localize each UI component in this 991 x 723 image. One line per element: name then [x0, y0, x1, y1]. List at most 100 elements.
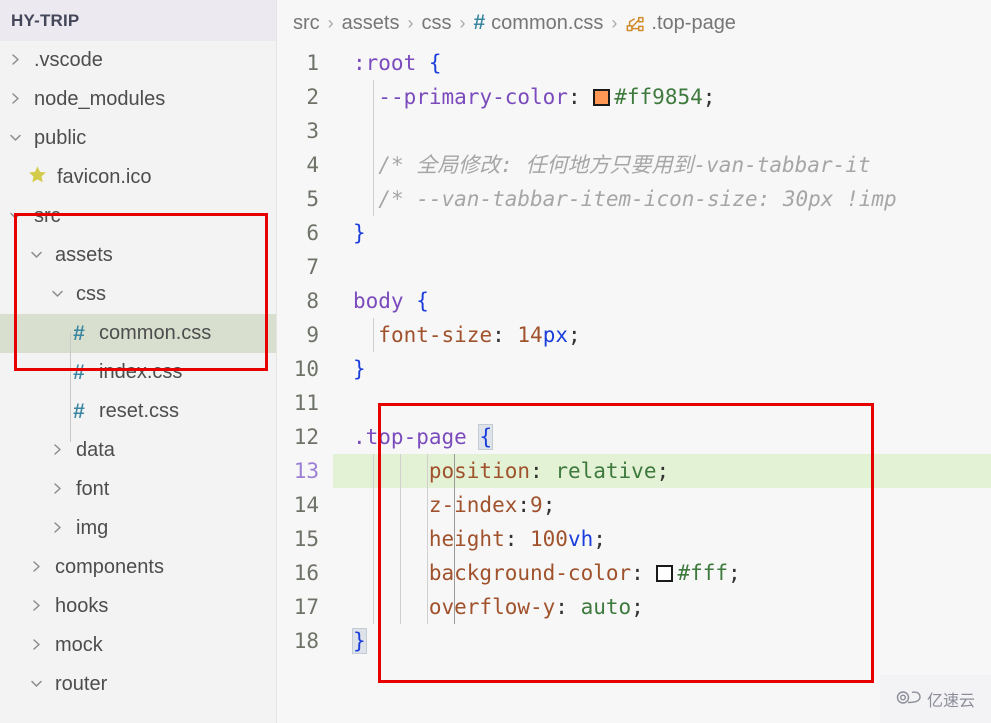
- chevron-down-icon[interactable]: [46, 287, 68, 300]
- tree-item-label: index.css: [99, 361, 182, 384]
- selector-token: :root: [353, 51, 416, 75]
- code-line[interactable]: 5 /* --van-tabbar-item-icon-size: 30px !…: [277, 182, 991, 216]
- vscode-window: HY-TRIP .vscodenode_modulespublicfavicon…: [0, 0, 991, 723]
- color-value-token: #fff: [677, 561, 728, 585]
- chevron-right-icon[interactable]: [4, 91, 26, 106]
- chevron-right-icon[interactable]: [25, 559, 47, 574]
- chevron-right-icon[interactable]: [46, 442, 68, 457]
- code-line[interactable]: 13 position: relative;: [277, 454, 991, 488]
- punctuation: :: [530, 459, 555, 483]
- code-line-text: --primary-color: #ff9854;: [333, 80, 715, 114]
- color-value-token: #ff9854: [614, 85, 703, 109]
- tree-item-label: public: [34, 127, 86, 150]
- tree-item-label: font: [76, 478, 109, 501]
- code-line[interactable]: 17 overflow-y: auto;: [277, 590, 991, 624]
- code-line-text: background-color: #fff;: [333, 556, 741, 590]
- breadcrumb-item-css[interactable]: css: [421, 12, 451, 35]
- tree-item-label: data: [76, 439, 115, 462]
- chevron-down-icon[interactable]: [25, 248, 47, 261]
- chevron-down-icon[interactable]: [25, 677, 47, 690]
- chevron-right-icon[interactable]: [46, 481, 68, 496]
- chevron-down-icon[interactable]: [4, 209, 26, 222]
- tree-item-src[interactable]: src: [0, 197, 276, 236]
- tree-item-label: css: [76, 283, 106, 306]
- hash-icon: #: [473, 11, 485, 35]
- tree-item-common-css[interactable]: #common.css: [0, 314, 276, 353]
- code-editor: src›assets›css›#common.css›.top-page 1:r…: [277, 0, 991, 723]
- code-line[interactable]: 14 z-index:9;: [277, 488, 991, 522]
- tree-item-router[interactable]: router: [0, 665, 276, 704]
- brace-token: {: [416, 289, 429, 313]
- property-token: font-size: [378, 323, 492, 347]
- code-line[interactable]: 18}: [277, 624, 991, 658]
- line-number: 7: [277, 250, 333, 284]
- color-swatch[interactable]: [656, 565, 673, 582]
- line-number: 2: [277, 80, 333, 114]
- code-line[interactable]: 10}: [277, 352, 991, 386]
- tree-item-label: node_modules: [34, 88, 165, 111]
- tree-item-data[interactable]: data: [0, 431, 276, 470]
- punctuation: ;: [728, 561, 741, 585]
- breadcrumb-item--top-page[interactable]: .top-page: [625, 12, 736, 35]
- code-line-text: /* 全局修改: 任何地方只要用到-van-tabbar-it: [333, 148, 871, 182]
- tree-item-hooks[interactable]: hooks: [0, 587, 276, 626]
- code-line[interactable]: 16 background-color: #fff;: [277, 556, 991, 590]
- breadcrumb-item-label: assets: [342, 12, 400, 35]
- code-line-text: z-index:9;: [333, 488, 555, 522]
- breadcrumb-item-common-css[interactable]: #common.css: [473, 11, 603, 35]
- code-content[interactable]: 1:root {2 --primary-color: #ff9854;34 /*…: [277, 46, 991, 723]
- code-line[interactable]: 2 --primary-color: #ff9854;: [277, 80, 991, 114]
- chevron-right-icon[interactable]: [46, 520, 68, 535]
- tree-item-mock[interactable]: mock: [0, 626, 276, 665]
- unit-token: vh: [568, 527, 593, 551]
- star-icon: [25, 165, 49, 190]
- color-swatch[interactable]: [593, 89, 610, 106]
- punctuation: ;: [631, 595, 644, 619]
- breadcrumb-separator: ›: [407, 13, 413, 34]
- tree-item-css[interactable]: css: [0, 275, 276, 314]
- breadcrumb-item-src[interactable]: src: [293, 12, 320, 35]
- tree-item-favicon-ico[interactable]: favicon.ico: [0, 158, 276, 197]
- tree-item-node-modules[interactable]: node_modules: [0, 80, 276, 119]
- tree-item-font[interactable]: font: [0, 470, 276, 509]
- code-line[interactable]: 6}: [277, 216, 991, 250]
- tree-item-components[interactable]: components: [0, 548, 276, 587]
- breadcrumb-item-label: .top-page: [651, 12, 736, 35]
- line-number: 3: [277, 114, 333, 148]
- code-line[interactable]: 3: [277, 114, 991, 148]
- line-number: 10: [277, 352, 333, 386]
- css-variable-token: --primary-color: [378, 85, 568, 109]
- punctuation: :: [505, 527, 530, 551]
- tree-item--vscode[interactable]: .vscode: [0, 41, 276, 80]
- chevron-right-icon[interactable]: [25, 637, 47, 652]
- code-line[interactable]: 4 /* 全局修改: 任何地方只要用到-van-tabbar-it: [277, 148, 991, 182]
- line-background: [333, 250, 991, 284]
- chevron-down-icon[interactable]: [4, 131, 26, 144]
- tree-item-img[interactable]: img: [0, 509, 276, 548]
- breadcrumb: src›assets›css›#common.css›.top-page: [277, 0, 991, 46]
- code-line[interactable]: 8body {: [277, 284, 991, 318]
- code-line[interactable]: 9 font-size: 14px;: [277, 318, 991, 352]
- code-line[interactable]: 11: [277, 386, 991, 420]
- chevron-right-icon[interactable]: [4, 52, 26, 67]
- number-token: 100: [530, 527, 568, 551]
- tree-item-public[interactable]: public: [0, 119, 276, 158]
- code-line[interactable]: 15 height: 100vh;: [277, 522, 991, 556]
- code-line[interactable]: 1:root {: [277, 46, 991, 80]
- tree-indent-guide: [70, 332, 71, 442]
- code-line[interactable]: 7: [277, 250, 991, 284]
- chevron-right-icon[interactable]: [25, 598, 47, 613]
- value-token: auto: [581, 595, 632, 619]
- tree-item-label: reset.css: [99, 400, 179, 423]
- line-background: [333, 624, 991, 658]
- css-selector-icon: [625, 15, 647, 34]
- tree-item-reset-css[interactable]: #reset.css: [0, 392, 276, 431]
- watermark: 亿速云: [880, 675, 991, 723]
- tree-item-label: hooks: [55, 595, 108, 618]
- code-line[interactable]: 12.top-page {: [277, 420, 991, 454]
- code-line-text: [333, 114, 353, 148]
- line-number: 13: [277, 454, 333, 488]
- tree-item-index-css[interactable]: #index.css: [0, 353, 276, 392]
- breadcrumb-item-assets[interactable]: assets: [342, 12, 400, 35]
- tree-item-assets[interactable]: assets: [0, 236, 276, 275]
